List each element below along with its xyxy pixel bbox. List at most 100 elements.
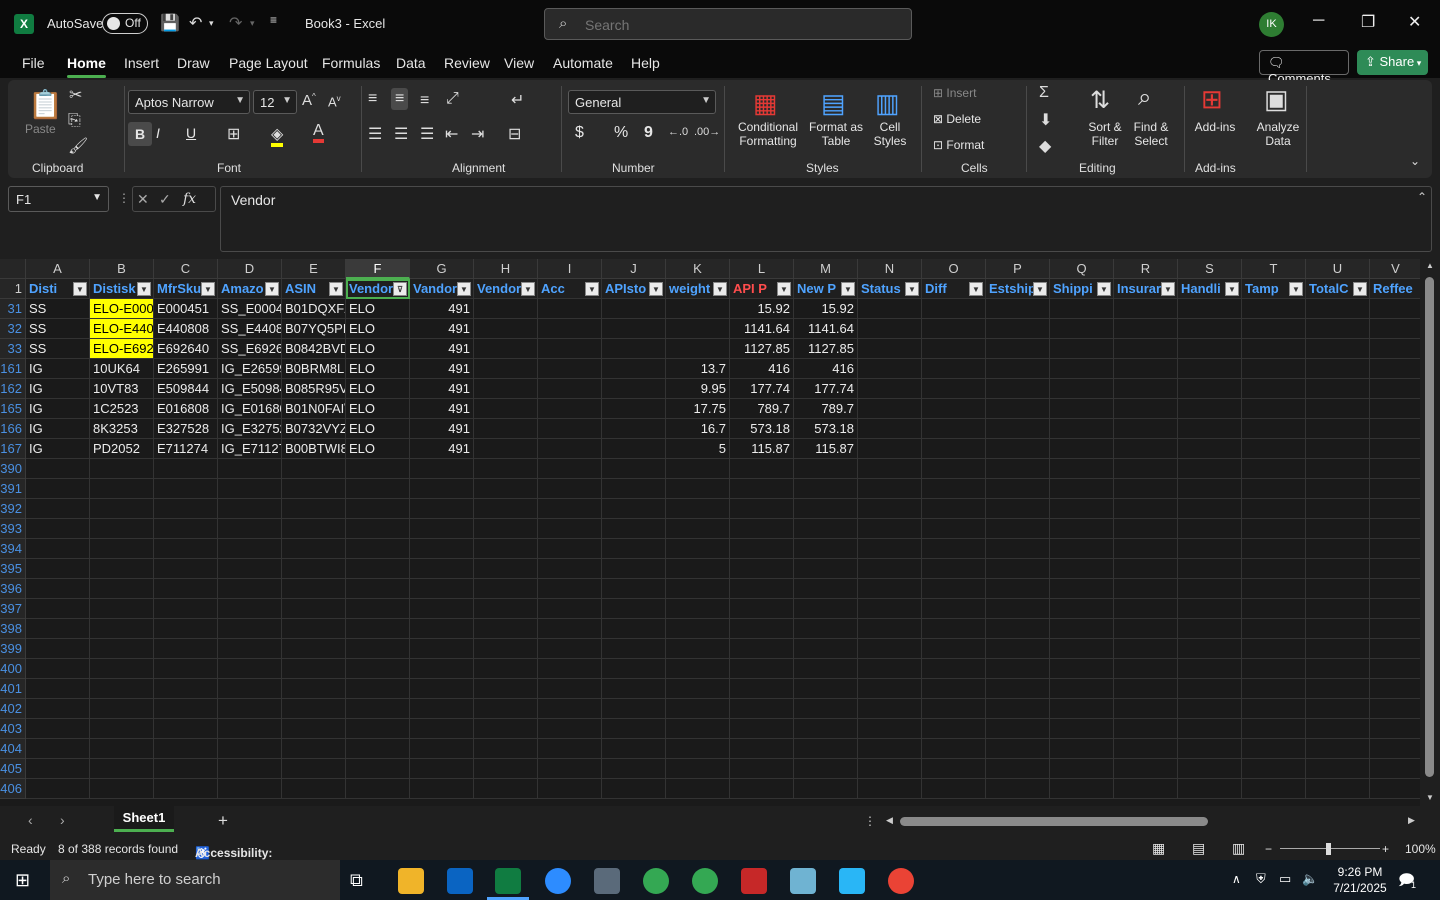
grid-cell[interactable] — [666, 659, 730, 679]
grid-cell[interactable] — [1114, 499, 1178, 519]
grid-cell[interactable] — [666, 499, 730, 519]
taskbar-clock[interactable]: 9:26 PM 7/21/2025 — [1330, 864, 1390, 896]
grid-cell[interactable] — [1114, 339, 1178, 359]
grid-cell[interactable] — [1370, 639, 1420, 659]
grid-cell[interactable] — [1050, 599, 1114, 619]
grid-cell[interactable] — [474, 599, 538, 619]
grid-cell[interactable]: 8K3253 — [90, 419, 154, 439]
grid-cell[interactable] — [602, 339, 666, 359]
row-header[interactable]: 161 — [0, 359, 26, 379]
customize-toolbar-icon[interactable]: ≡ — [270, 13, 277, 27]
grid-cell[interactable] — [1306, 539, 1370, 559]
grid-cell[interactable] — [1242, 659, 1306, 679]
grid-cell[interactable]: B01N0FAI\ — [282, 399, 346, 419]
grid-cell[interactable] — [794, 479, 858, 499]
grid-cell[interactable] — [794, 459, 858, 479]
header-cell[interactable]: Vandor ▼ — [410, 279, 474, 299]
grid-cell[interactable] — [1114, 539, 1178, 559]
grid-cell[interactable] — [1306, 759, 1370, 779]
grid-cell[interactable] — [538, 659, 602, 679]
cell-styles-button[interactable]: Cell Styles — [870, 120, 910, 148]
column-header[interactable]: N — [858, 259, 922, 279]
grid-cell[interactable]: E711274 — [154, 439, 218, 459]
grid-cell[interactable] — [90, 539, 154, 559]
grid-cell[interactable] — [1114, 619, 1178, 639]
grid-cell[interactable] — [154, 679, 218, 699]
minimize-icon[interactable]: ─ — [1313, 12, 1324, 30]
grid-cell[interactable] — [858, 639, 922, 659]
grid-cell[interactable] — [1114, 559, 1178, 579]
filter-dropdown-icon[interactable]: ▼ — [1289, 282, 1303, 296]
grid-cell[interactable] — [410, 539, 474, 559]
grid-cell[interactable] — [1306, 719, 1370, 739]
grid-cell[interactable] — [1370, 519, 1420, 539]
grid-cell[interactable] — [474, 619, 538, 639]
grid-cell[interactable] — [538, 579, 602, 599]
grid-cell[interactable] — [474, 719, 538, 739]
grid-cell[interactable] — [346, 559, 410, 579]
grid-cell[interactable]: SS_E00045 — [218, 299, 282, 319]
grid-cell[interactable]: 416 — [794, 359, 858, 379]
grid-cell[interactable] — [538, 399, 602, 419]
grid-cell[interactable] — [1306, 739, 1370, 759]
grid-cell[interactable] — [986, 659, 1050, 679]
grid-cell[interactable] — [1370, 439, 1420, 459]
grid-cell[interactable] — [666, 559, 730, 579]
tab-formulas[interactable]: Formulas — [322, 55, 380, 71]
grid-cell[interactable] — [922, 519, 986, 539]
grid-cell[interactable] — [602, 679, 666, 699]
grid-cell[interactable] — [730, 579, 794, 599]
column-header[interactable]: S — [1178, 259, 1242, 279]
grid-cell[interactable]: IG_E01680 — [218, 399, 282, 419]
header-cell[interactable]: Vendor ⊽ — [346, 279, 410, 299]
grid-cell[interactable] — [474, 499, 538, 519]
grid-cell[interactable] — [986, 519, 1050, 539]
grid-cell[interactable]: 573.18 — [794, 419, 858, 439]
grid-cell[interactable]: E692640 — [154, 339, 218, 359]
row-header[interactable]: 32 — [0, 319, 26, 339]
grid-cell[interactable] — [1242, 759, 1306, 779]
grid-cell[interactable] — [1114, 419, 1178, 439]
grid-cell[interactable] — [1114, 779, 1178, 799]
header-cell[interactable]: ASIN ▼ — [282, 279, 346, 299]
grid-cell[interactable] — [1370, 699, 1420, 719]
page-layout-view-icon[interactable]: ▤ — [1192, 840, 1205, 857]
header-cell[interactable]: Status ▼ — [858, 279, 922, 299]
grid-cell[interactable] — [922, 619, 986, 639]
copy-icon[interactable]: ⎘ — [68, 112, 81, 130]
grid-cell[interactable] — [218, 779, 282, 799]
grid-cell[interactable] — [666, 679, 730, 699]
grid-cell[interactable] — [1370, 779, 1420, 799]
grid-cell[interactable] — [26, 479, 90, 499]
header-cell[interactable]: New P ▼ — [794, 279, 858, 299]
sort-filter-button[interactable]: Sort & Filter — [1082, 120, 1128, 148]
grid-cell[interactable] — [538, 339, 602, 359]
grid-cell[interactable] — [410, 759, 474, 779]
filter-dropdown-icon[interactable]: ▼ — [841, 282, 855, 296]
column-header[interactable]: C — [154, 259, 218, 279]
merge-center-icon[interactable]: ⊟ — [508, 124, 521, 144]
align-top-icon[interactable]: ≡ — [368, 90, 377, 108]
decrease-indent-icon[interactable]: ⇤ — [445, 124, 458, 144]
tab-data[interactable]: Data — [396, 55, 426, 71]
grid-cell[interactable] — [410, 519, 474, 539]
grid-cell[interactable] — [1050, 759, 1114, 779]
grid-cell[interactable] — [1050, 519, 1114, 539]
grid-cell[interactable]: ELO — [346, 319, 410, 339]
grid-cell[interactable] — [794, 519, 858, 539]
grid-cell[interactable]: ELO — [346, 399, 410, 419]
grid-cell[interactable]: IG_E71127 — [218, 439, 282, 459]
grid-cell[interactable] — [1306, 439, 1370, 459]
grid-cell[interactable] — [922, 559, 986, 579]
row-header[interactable]: 395 — [0, 559, 26, 579]
tab-automate[interactable]: Automate — [553, 55, 613, 71]
grid-cell[interactable] — [410, 639, 474, 659]
vertical-scroll-thumb[interactable] — [1425, 277, 1434, 777]
grid-cell[interactable] — [1050, 719, 1114, 739]
filter-active-icon[interactable]: ⊽ — [393, 282, 407, 296]
header-cell[interactable]: API P ▼ — [730, 279, 794, 299]
zoom-slider-thumb[interactable] — [1326, 843, 1331, 855]
column-header[interactable]: O — [922, 259, 986, 279]
grid-cell[interactable] — [922, 639, 986, 659]
grid-cell[interactable] — [1178, 379, 1242, 399]
